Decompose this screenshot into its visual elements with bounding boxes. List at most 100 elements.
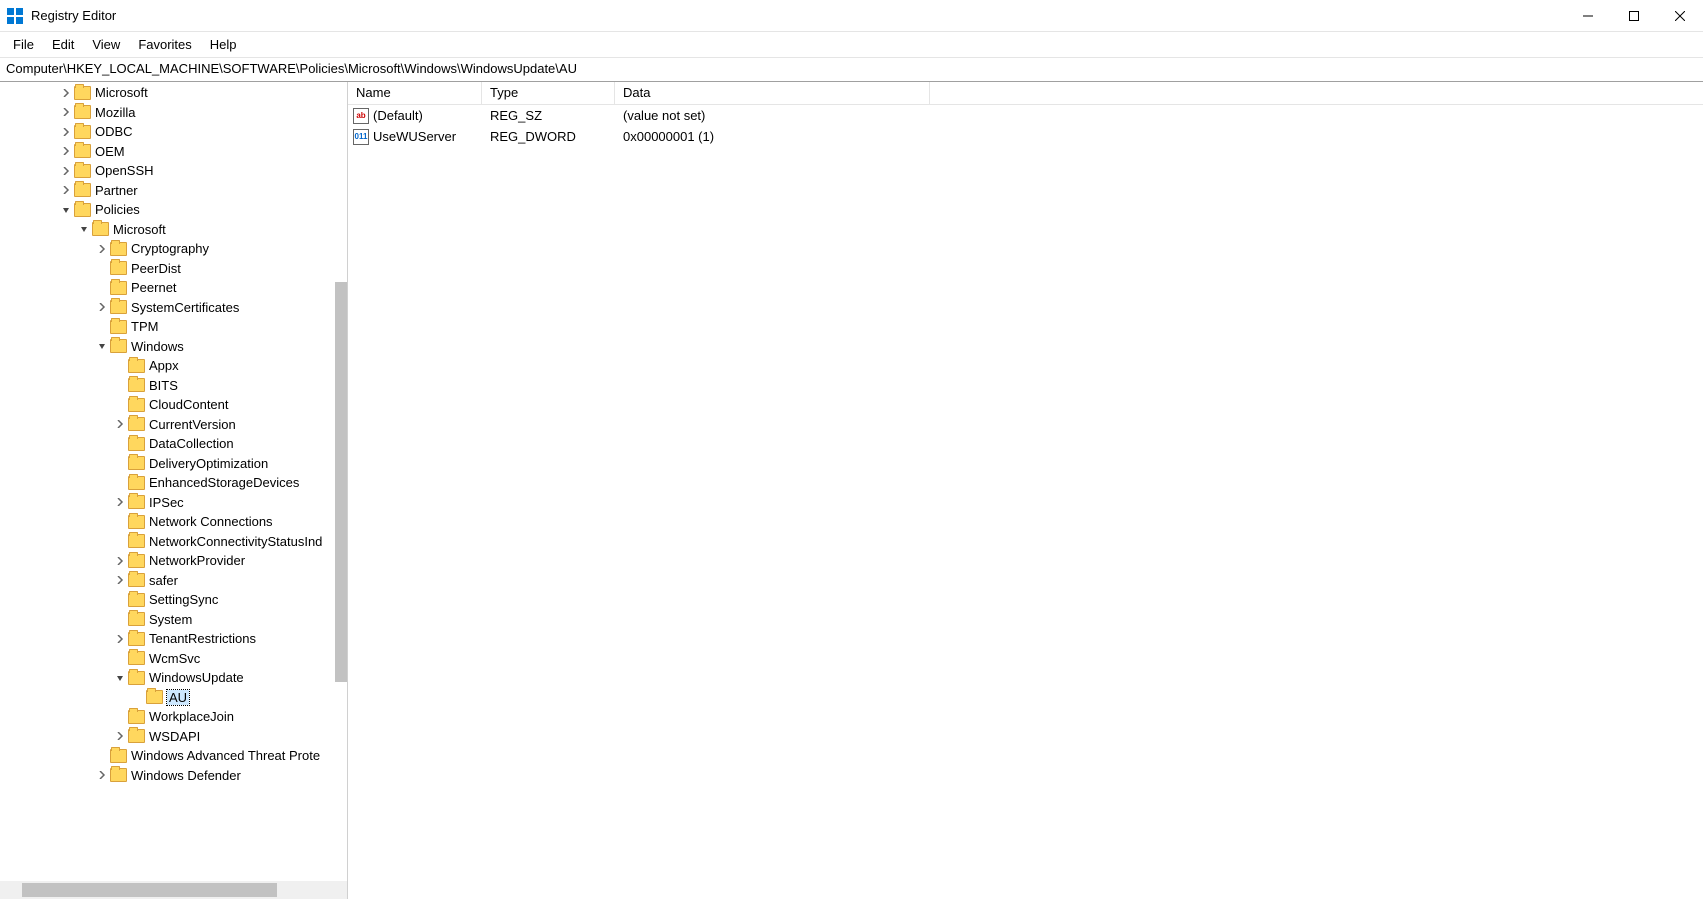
- window-title: Registry Editor: [31, 8, 116, 23]
- chevron-right-icon[interactable]: [112, 494, 128, 510]
- maximize-button[interactable]: [1611, 0, 1657, 31]
- tree-item[interactable]: TenantRestrictions: [0, 629, 347, 649]
- tree-item[interactable]: Appx: [0, 356, 347, 376]
- chevron-right-icon[interactable]: [58, 143, 74, 159]
- tree-item-label: Mozilla: [95, 105, 135, 120]
- column-data[interactable]: Data: [615, 82, 930, 104]
- tree-item[interactable]: PeerDist: [0, 259, 347, 279]
- menu-file[interactable]: File: [4, 34, 43, 55]
- chevron-down-icon[interactable]: [58, 202, 74, 218]
- tree-item[interactable]: BITS: [0, 376, 347, 396]
- chevron-down-icon[interactable]: [76, 221, 92, 237]
- tree-expand-placeholder: [112, 377, 128, 393]
- tree-item[interactable]: Windows: [0, 337, 347, 357]
- tree-item-label: NetworkProvider: [149, 553, 245, 568]
- tree-item-label: Policies: [95, 202, 140, 217]
- tree-item[interactable]: Cryptography: [0, 239, 347, 259]
- menu-edit[interactable]: Edit: [43, 34, 83, 55]
- tree-expand-placeholder: [94, 260, 110, 276]
- tree-item-label: WcmSvc: [149, 651, 200, 666]
- tree-item[interactable]: Mozilla: [0, 103, 347, 123]
- tree-item[interactable]: Microsoft: [0, 220, 347, 240]
- menu-view[interactable]: View: [83, 34, 129, 55]
- chevron-right-icon[interactable]: [94, 299, 110, 315]
- menu-favorites[interactable]: Favorites: [129, 34, 200, 55]
- tree-item[interactable]: Policies: [0, 200, 347, 220]
- chevron-right-icon[interactable]: [94, 241, 110, 257]
- tree-item[interactable]: Partner: [0, 181, 347, 201]
- chevron-right-icon[interactable]: [58, 85, 74, 101]
- folder-icon: [128, 515, 145, 529]
- menu-help[interactable]: Help: [201, 34, 246, 55]
- tree-item[interactable]: WcmSvc: [0, 649, 347, 669]
- folder-icon: [110, 768, 127, 782]
- value-row[interactable]: ab(Default)REG_SZ(value not set): [348, 105, 1703, 126]
- tree-item-label: CloudContent: [149, 397, 229, 412]
- tree-item[interactable]: safer: [0, 571, 347, 591]
- address-bar[interactable]: Computer\HKEY_LOCAL_MACHINE\SOFTWARE\Pol…: [0, 58, 1703, 82]
- tree-item[interactable]: CloudContent: [0, 395, 347, 415]
- tree-item[interactable]: DataCollection: [0, 434, 347, 454]
- chevron-right-icon[interactable]: [58, 104, 74, 120]
- tree-item-label: Network Connections: [149, 514, 273, 529]
- tree-item[interactable]: CurrentVersion: [0, 415, 347, 435]
- chevron-down-icon[interactable]: [112, 670, 128, 686]
- folder-icon: [128, 456, 145, 470]
- tree-item[interactable]: NetworkConnectivityStatusInd: [0, 532, 347, 552]
- tree-item[interactable]: Windows Advanced Threat Prote: [0, 746, 347, 766]
- tree-item[interactable]: NetworkProvider: [0, 551, 347, 571]
- chevron-right-icon[interactable]: [58, 182, 74, 198]
- tree-expand-placeholder: [112, 514, 128, 530]
- tree-item-label: TenantRestrictions: [149, 631, 256, 646]
- tree-expand-placeholder: [112, 397, 128, 413]
- tree-item[interactable]: Peernet: [0, 278, 347, 298]
- close-button[interactable]: [1657, 0, 1703, 31]
- tree-item[interactable]: AU: [0, 688, 347, 708]
- tree-item[interactable]: System: [0, 610, 347, 630]
- tree-pane: Microsoft Mozilla ODBCOEMOpenSSHPartnerPol…: [0, 82, 348, 899]
- folder-icon: [110, 300, 127, 314]
- folder-icon: [74, 105, 91, 119]
- horizontal-scrollbar[interactable]: [0, 881, 347, 899]
- tree-item[interactable]: TPM: [0, 317, 347, 337]
- chevron-right-icon[interactable]: [112, 631, 128, 647]
- folder-icon: [110, 339, 127, 353]
- chevron-right-icon[interactable]: [94, 767, 110, 783]
- chevron-right-icon[interactable]: [112, 553, 128, 569]
- tree-item[interactable]: WorkplaceJoin: [0, 707, 347, 727]
- tree-item[interactable]: Windows Defender: [0, 766, 347, 786]
- tree-item[interactable]: WindowsUpdate: [0, 668, 347, 688]
- chevron-right-icon[interactable]: [112, 728, 128, 744]
- tree-item[interactable]: SystemCertificates: [0, 298, 347, 318]
- minimize-button[interactable]: [1565, 0, 1611, 31]
- tree-item[interactable]: ODBC: [0, 122, 347, 142]
- folder-icon: [128, 710, 145, 724]
- vertical-scrollbar[interactable]: [335, 282, 347, 682]
- tree-item[interactable]: WSDAPI: [0, 727, 347, 747]
- column-type[interactable]: Type: [482, 82, 615, 104]
- chevron-right-icon[interactable]: [58, 124, 74, 140]
- chevron-right-icon[interactable]: [112, 572, 128, 588]
- tree-item[interactable]: SettingSync: [0, 590, 347, 610]
- value-row[interactable]: 011UseWUServerREG_DWORD0x00000001 (1): [348, 126, 1703, 147]
- tree-item[interactable]: OpenSSH: [0, 161, 347, 181]
- folder-icon: [128, 495, 145, 509]
- tree-item-label: BITS: [149, 378, 178, 393]
- tree-item[interactable]: IPSec: [0, 493, 347, 513]
- chevron-down-icon[interactable]: [94, 338, 110, 354]
- column-name[interactable]: Name: [348, 82, 482, 104]
- tree-item-label: System: [149, 612, 192, 627]
- tree-item[interactable]: DeliveryOptimization: [0, 454, 347, 474]
- folder-icon: [128, 651, 145, 665]
- folder-icon: [128, 437, 145, 451]
- folder-icon: [110, 281, 127, 295]
- tree-item-label: Microsoft: [113, 222, 166, 237]
- tree-item[interactable]: Network Connections: [0, 512, 347, 532]
- chevron-right-icon[interactable]: [58, 163, 74, 179]
- tree-item[interactable]: Microsoft: [0, 83, 347, 103]
- tree-item[interactable]: OEM: [0, 142, 347, 162]
- tree-item-label: IPSec: [149, 495, 184, 510]
- chevron-right-icon[interactable]: [112, 416, 128, 432]
- folder-icon: [74, 164, 91, 178]
- tree-item[interactable]: EnhancedStorageDevices: [0, 473, 347, 493]
